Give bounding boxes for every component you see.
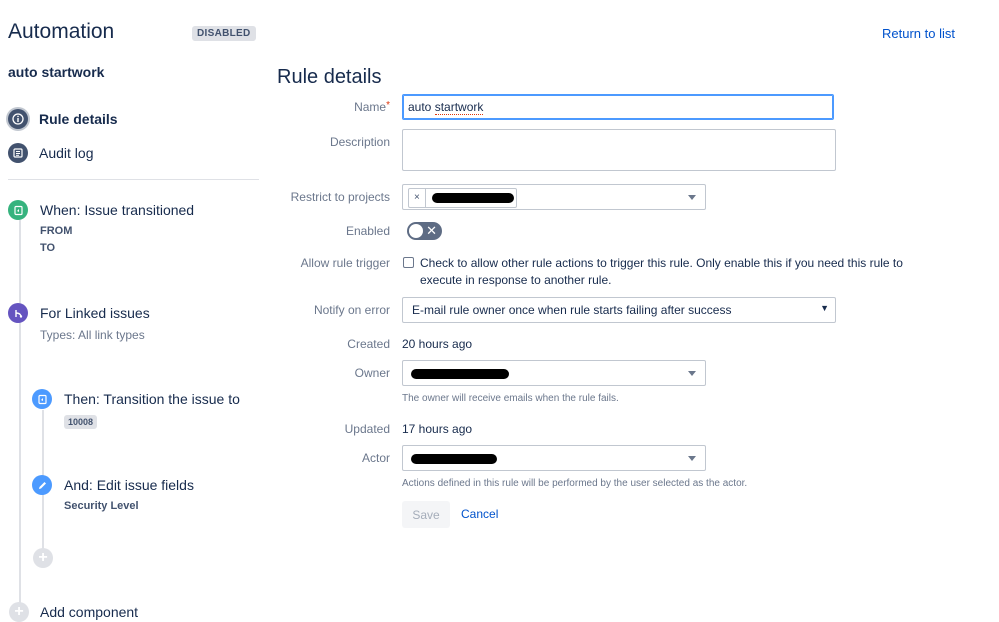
enabled-label: Enabled bbox=[345, 224, 390, 238]
updated-value: 17 hours ago bbox=[402, 422, 473, 436]
add-component-icon[interactable]: + bbox=[9, 602, 29, 622]
created-value: 20 hours ago bbox=[402, 337, 473, 351]
rule-name-heading: auto startwork bbox=[8, 64, 105, 80]
redacted-project bbox=[426, 189, 516, 207]
cancel-button[interactable]: Cancel bbox=[461, 507, 498, 521]
remove-chip-icon[interactable]: × bbox=[409, 189, 426, 207]
nav-label: Audit log bbox=[39, 145, 94, 161]
dropdown-arrow-icon: ▼ bbox=[820, 303, 829, 313]
branch-icon[interactable] bbox=[8, 303, 28, 323]
trigger-icon[interactable] bbox=[8, 200, 28, 220]
plus-icon: + bbox=[38, 549, 48, 566]
edit-field-name: Security Level bbox=[64, 500, 139, 512]
section-title: Rule details bbox=[277, 66, 382, 88]
sidebar-divider bbox=[8, 179, 259, 180]
add-nested-component-button[interactable]: + bbox=[33, 548, 53, 568]
component-branch-title[interactable]: For Linked issues bbox=[40, 305, 150, 321]
trigger-from-label: FROM bbox=[40, 225, 73, 237]
notify-label: Notify on error bbox=[313, 303, 390, 317]
trigger-to-label: TO bbox=[40, 242, 56, 254]
return-to-list-link[interactable]: Return to list bbox=[882, 26, 955, 41]
name-value-word: startwork bbox=[434, 99, 484, 115]
created-label: Created bbox=[347, 337, 390, 351]
allow-trigger-description: Check to allow other rule actions to tri… bbox=[420, 256, 903, 287]
name-input[interactable]: auto startwork bbox=[402, 94, 834, 120]
updated-label: Updated bbox=[344, 422, 390, 436]
app-title: Automation bbox=[8, 20, 115, 43]
transition-status-lozenge: 10008 bbox=[64, 415, 98, 429]
chevron-down-icon bbox=[688, 195, 696, 200]
allow-trigger-label: Allow rule trigger bbox=[300, 256, 390, 270]
actor-select[interactable] bbox=[402, 445, 706, 471]
notify-value: E-mail rule owner once when rule starts … bbox=[412, 303, 732, 317]
nav-rule-details[interactable]: Rule details bbox=[8, 109, 118, 129]
owner-label: Owner bbox=[354, 366, 390, 380]
restrict-projects-select[interactable]: × bbox=[402, 184, 706, 210]
project-chip[interactable]: × bbox=[408, 188, 517, 208]
required-mark: * bbox=[386, 100, 390, 111]
actor-label: Actor bbox=[361, 451, 390, 465]
description-textarea[interactable] bbox=[402, 129, 836, 171]
owner-help-text: The owner will receive emails when the r… bbox=[402, 393, 619, 404]
allow-trigger-checkbox[interactable] bbox=[403, 257, 414, 268]
actor-help-text: Actions defined in this rule will be per… bbox=[402, 478, 748, 489]
nav-audit-log[interactable]: Audit log bbox=[8, 143, 93, 163]
redacted-actor bbox=[411, 454, 497, 464]
toggle-knob bbox=[409, 224, 423, 238]
description-label: Description bbox=[329, 135, 390, 149]
enabled-toggle[interactable]: ✕ bbox=[407, 222, 442, 240]
save-button[interactable]: Save bbox=[402, 501, 450, 528]
component-edit-title[interactable]: And: Edit issue fields bbox=[64, 477, 194, 493]
chevron-down-icon bbox=[688, 456, 696, 461]
notify-select[interactable]: E-mail rule owner once when rule starts … bbox=[402, 297, 836, 323]
list-icon bbox=[8, 143, 28, 163]
name-value-prefix: auto bbox=[408, 100, 435, 114]
branch-types-text: Types: All link types bbox=[40, 328, 145, 342]
owner-select[interactable] bbox=[402, 360, 706, 386]
redacted-owner bbox=[411, 369, 509, 379]
status-badge: DISABLED bbox=[192, 26, 256, 41]
timeline-line bbox=[19, 220, 21, 614]
pencil-icon[interactable] bbox=[32, 475, 52, 495]
name-label-text: Name bbox=[354, 100, 387, 114]
add-component-link[interactable]: Add component bbox=[40, 604, 138, 620]
nav-label: Rule details bbox=[39, 111, 118, 127]
plus-icon: + bbox=[14, 603, 24, 620]
restrict-projects-label: Restrict to projects bbox=[290, 190, 390, 204]
info-icon bbox=[8, 109, 28, 129]
name-label: Name* bbox=[280, 100, 390, 114]
chevron-down-icon bbox=[688, 371, 696, 376]
component-transition-title[interactable]: Then: Transition the issue to bbox=[64, 391, 240, 407]
component-trigger-title[interactable]: When: Issue transitioned bbox=[40, 202, 194, 218]
transition-icon[interactable] bbox=[32, 389, 52, 409]
close-icon: ✕ bbox=[426, 223, 437, 238]
